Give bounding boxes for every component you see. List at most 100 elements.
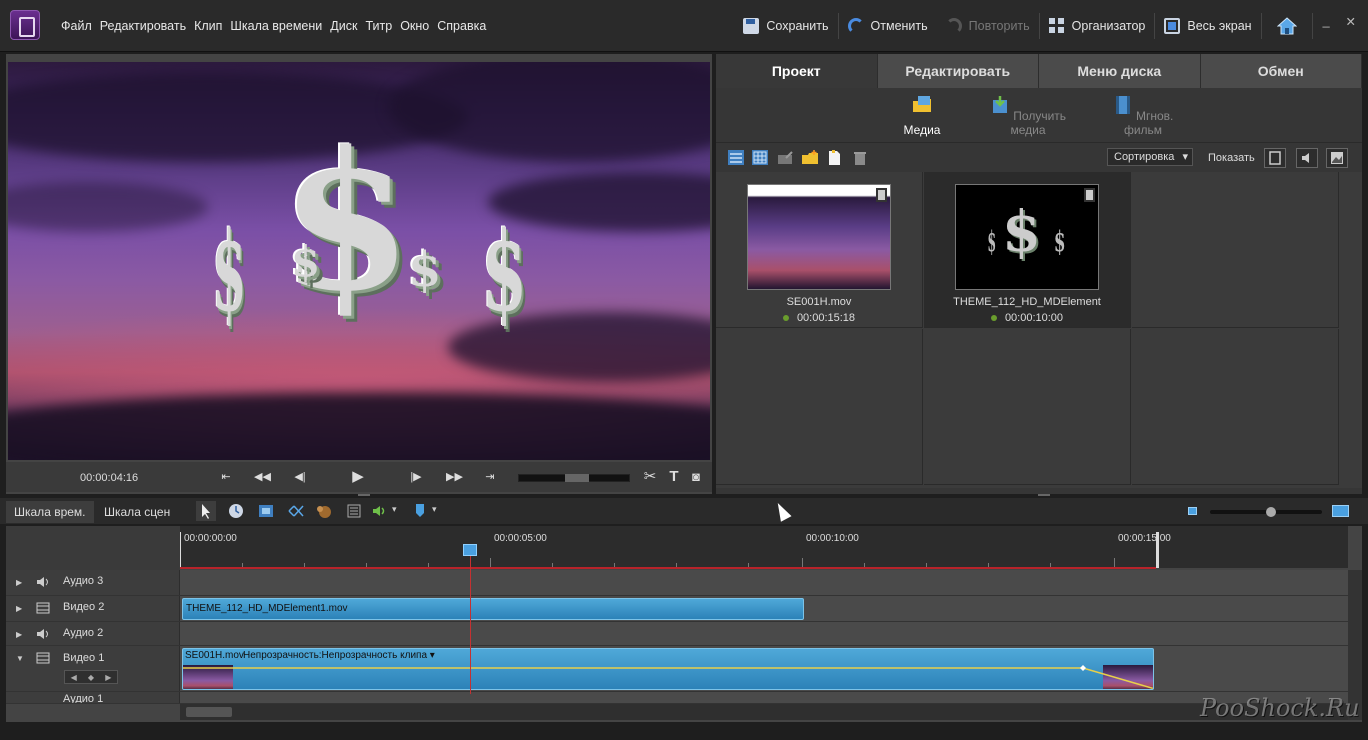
go-to-out-icon[interactable]: ⇥: [482, 470, 498, 484]
step-forward-icon[interactable]: |▶: [408, 470, 424, 484]
menu-clip[interactable]: Клип: [190, 18, 226, 34]
shuttle-knob[interactable]: [565, 474, 589, 482]
track-body[interactable]: SE001H.mov Непрозрачность:Непрозрачность…: [180, 646, 1348, 691]
tab-project[interactable]: Проект: [716, 54, 878, 88]
cloud-shape: [8, 182, 208, 232]
expand-track-icon[interactable]: ▶: [16, 630, 22, 639]
tab-timeline[interactable]: Шкала врем.: [6, 501, 94, 523]
timecode-display[interactable]: 00:00:04:16: [80, 472, 138, 484]
panel-resize-grip[interactable]: [358, 494, 370, 496]
smart-fix-icon[interactable]: [256, 501, 276, 521]
show-stills-toggle[interactable]: [1326, 148, 1348, 168]
menu-window[interactable]: Окно: [396, 18, 433, 34]
time-stretch-icon[interactable]: [226, 501, 246, 521]
grid-view-icon[interactable]: [752, 150, 768, 165]
collapse-track-icon[interactable]: ▼: [16, 654, 24, 663]
show-video-toggle[interactable]: [1264, 148, 1286, 168]
split-clip-icon[interactable]: ✂: [642, 469, 658, 484]
track-video-1: ▼ Видео 1 ◀ ◆ ▶ SE001H.mov Непрозрачност…: [6, 646, 1348, 692]
menu-file[interactable]: Файл: [61, 18, 96, 34]
sort-dropdown[interactable]: Сортировка: [1107, 148, 1193, 166]
undo-button[interactable]: Отменить: [839, 0, 937, 52]
marker-icon[interactable]: [410, 501, 430, 521]
panel-resize-grip[interactable]: [1038, 494, 1050, 496]
close-icon[interactable]: ✕: [1346, 14, 1356, 29]
zoom-in-icon[interactable]: [1332, 505, 1349, 517]
opacity-rubberband[interactable]: [183, 663, 1154, 690]
track-body[interactable]: [180, 622, 1348, 645]
playhead[interactable]: [463, 544, 477, 694]
zoom-slider-knob[interactable]: [1266, 507, 1276, 517]
ruler-label: 00:00:10:00: [806, 533, 859, 544]
track-body[interactable]: [180, 692, 1348, 703]
next-keyframe-icon[interactable]: ▶: [105, 673, 111, 682]
tab-sceneline[interactable]: Шкала сцен: [96, 501, 178, 523]
shuttle-slider[interactable]: [518, 474, 630, 482]
expand-track-icon[interactable]: ▶: [16, 578, 22, 587]
track-body[interactable]: THEME_112_HD_MDElement1.mov: [180, 596, 1348, 621]
fast-forward-icon[interactable]: ▶▶: [446, 470, 463, 484]
redo-button[interactable]: Повторить: [937, 0, 1039, 52]
menu-edit[interactable]: Редактировать: [96, 18, 190, 34]
subtab-get-media[interactable]: Получить медиа: [978, 96, 1078, 137]
organizer-button[interactable]: Организатор: [1040, 0, 1155, 52]
transport-controls: 00:00:04:16 ⇤ ◀◀ ◀| ▶ |▶ ▶▶ ⇥ ✂ T ◙: [6, 462, 712, 492]
new-folder-icon[interactable]: [802, 150, 818, 165]
audio-mixer-icon[interactable]: [370, 501, 390, 521]
time-ruler[interactable]: 00:00:00:00 00:00:05:00 00:00:10:00 00:0…: [180, 526, 1348, 568]
menu-help[interactable]: Справка: [433, 18, 490, 34]
snapshot-icon[interactable]: ◙: [688, 470, 704, 484]
step-back-icon[interactable]: ◀|: [292, 470, 308, 484]
previous-keyframe-icon[interactable]: ◀: [71, 673, 77, 682]
dollar-sign-graphic: $: [212, 207, 247, 336]
subtab-media[interactable]: Медиа: [894, 96, 950, 137]
smart-trim-icon[interactable]: [314, 501, 334, 521]
app-logo-icon[interactable]: [10, 10, 40, 40]
fullscreen-button[interactable]: Весь экран: [1155, 0, 1260, 52]
go-to-in-icon[interactable]: ⇤: [218, 470, 234, 484]
add-keyframe-icon[interactable]: ◆: [88, 673, 94, 682]
move-up-icon[interactable]: [778, 150, 794, 165]
speaker-icon[interactable]: [36, 576, 50, 588]
title-icon[interactable]: T: [666, 469, 682, 484]
list-view-icon[interactable]: [728, 150, 744, 165]
smart-mix-icon[interactable]: [286, 501, 306, 521]
speaker-icon[interactable]: [36, 628, 50, 640]
tab-share[interactable]: Обмен: [1200, 54, 1362, 88]
menu-timeline[interactable]: Шкала времени: [226, 18, 326, 34]
tab-disc-menu[interactable]: Меню диска: [1039, 54, 1201, 88]
timeline-clip[interactable]: THEME_112_HD_MDElement1.mov: [182, 598, 804, 620]
dollar-thumbnail-graphic: $: [1002, 199, 1041, 265]
expand-track-icon[interactable]: ▶: [16, 604, 22, 613]
film-strip-icon[interactable]: [36, 602, 50, 614]
ruler-label: 00:00:15:00: [1118, 533, 1171, 544]
rewind-icon[interactable]: ◀◀: [254, 470, 271, 484]
chevron-down-icon[interactable]: ▾: [392, 504, 397, 515]
scrollbar-thumb[interactable]: [186, 707, 232, 717]
chevron-down-icon[interactable]: ▾: [432, 504, 437, 515]
selection-tool-icon[interactable]: [196, 501, 216, 521]
playhead-handle[interactable]: [463, 544, 477, 556]
delete-icon[interactable]: [852, 150, 868, 165]
subtab-instant-movie[interactable]: Мгнов. фильм: [1098, 96, 1188, 137]
properties-icon[interactable]: [344, 501, 364, 521]
timeline-clip[interactable]: SE001H.mov Непрозрачность:Непрозрачность…: [182, 648, 1154, 690]
play-icon[interactable]: ▶: [350, 469, 366, 484]
media-item[interactable]: $ $ $ THEME_112_HD_MDElement 00:00:10:00: [924, 172, 1131, 328]
menu-disc[interactable]: Диск: [326, 18, 361, 34]
track-body[interactable]: [180, 570, 1348, 595]
tab-edit[interactable]: Редактировать: [877, 54, 1039, 88]
video-preview[interactable]: $ $ $ $ $: [8, 62, 710, 460]
save-button[interactable]: Сохранить: [734, 0, 837, 52]
horizontal-scrollbar[interactable]: [180, 704, 1348, 720]
zoom-out-icon[interactable]: [1188, 507, 1197, 515]
track-name: Видео 2: [63, 601, 105, 613]
minimize-icon[interactable]: _: [1323, 14, 1330, 28]
zoom-slider[interactable]: [1210, 507, 1322, 517]
new-item-icon[interactable]: [826, 150, 842, 165]
show-audio-toggle[interactable]: [1296, 148, 1318, 168]
media-item[interactable]: SE001H.mov 00:00:15:18: [716, 172, 923, 328]
film-strip-icon[interactable]: [36, 652, 50, 664]
home-button[interactable]: [1262, 0, 1312, 52]
menu-title[interactable]: Титр: [361, 18, 396, 34]
